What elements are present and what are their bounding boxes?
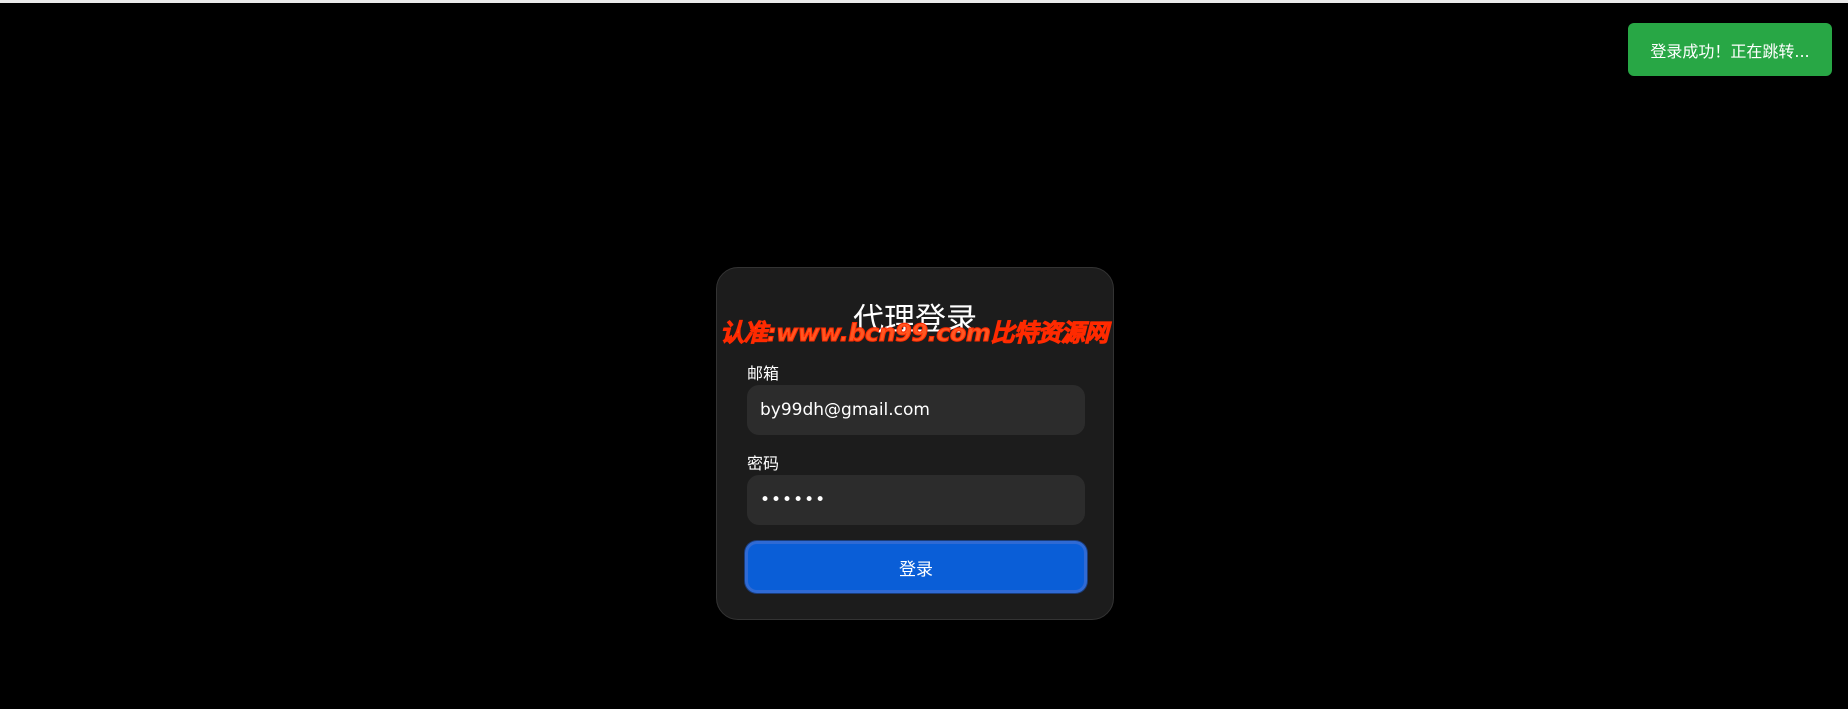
email-field[interactable]	[747, 385, 1085, 435]
login-button[interactable]: 登录	[745, 541, 1087, 593]
email-label: 邮箱	[747, 364, 780, 383]
toast-message: 登录成功！正在跳转...	[1650, 41, 1810, 61]
watermark-overlay: 认准:www.bcn99.com比特资源网	[720, 319, 1109, 348]
top-border	[0, 0, 1848, 3]
password-field[interactable]	[747, 475, 1085, 525]
success-toast: 登录成功！正在跳转...	[1628, 23, 1832, 76]
password-label: 密码	[747, 454, 780, 473]
